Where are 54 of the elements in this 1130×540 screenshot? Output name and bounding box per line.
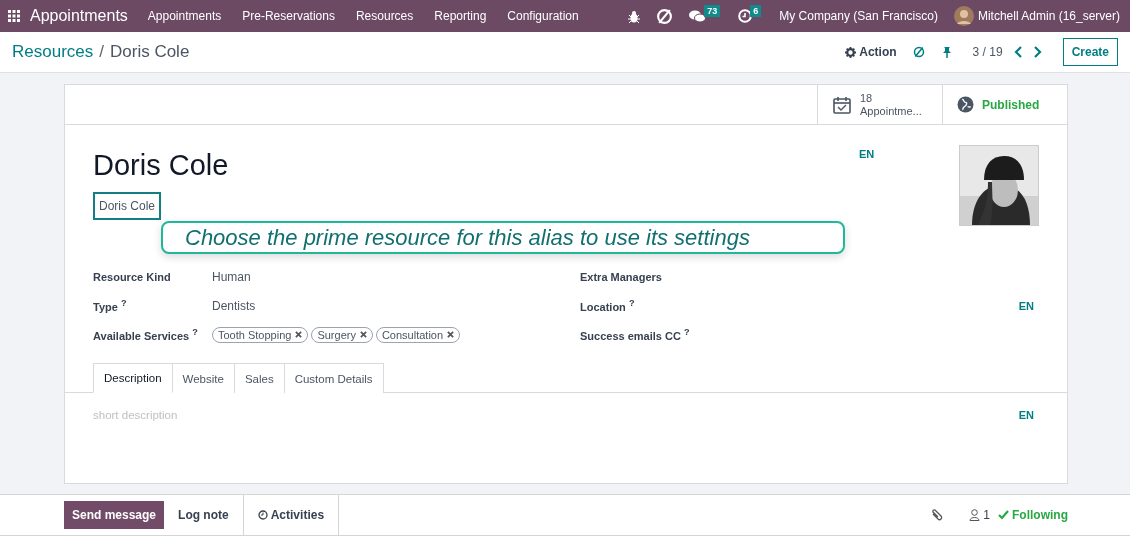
breadcrumb-link[interactable]: Resources bbox=[12, 42, 94, 62]
settings-icon bbox=[845, 46, 857, 58]
field-label: Available Services $^{?}$ bbox=[93, 327, 199, 342]
followers-button[interactable]: 1 bbox=[969, 508, 990, 522]
clock-icon bbox=[257, 510, 268, 520]
create-button[interactable]: Create bbox=[1062, 38, 1118, 66]
field-label: Location $^{?}$ bbox=[580, 298, 636, 313]
language-button[interactable]: EN bbox=[1018, 299, 1034, 312]
tab[interactable]: Sales bbox=[233, 363, 285, 393]
field-value[interactable]: Human bbox=[212, 269, 251, 284]
breadcrumb-current: Doris Cole bbox=[110, 42, 190, 62]
menu-item[interactable]: Appointments bbox=[147, 9, 222, 23]
bug-icon[interactable] bbox=[628, 9, 641, 23]
message-count: 73 bbox=[704, 5, 721, 17]
field-label: Success emails CC $^{?}$ bbox=[580, 327, 691, 342]
action-button[interactable]: Action bbox=[845, 45, 897, 59]
sync-icon[interactable] bbox=[912, 46, 925, 58]
user-menu[interactable]: Mitchell Admin (16_server) bbox=[977, 9, 1120, 23]
alias-field[interactable]: Doris Cole bbox=[93, 192, 161, 220]
breadcrumb-separator: / bbox=[99, 42, 104, 62]
record-title[interactable]: Doris Cole bbox=[93, 149, 859, 182]
tab[interactable]: Description bbox=[93, 363, 173, 393]
menu-item[interactable]: Pre-Reservations bbox=[242, 9, 335, 23]
app-name[interactable]: Appointments bbox=[30, 7, 128, 25]
previous-icon[interactable] bbox=[1012, 46, 1025, 58]
tooltip: Choose the prime resource for this alias to use its settings bbox=[161, 221, 845, 254]
user-avatar[interactable] bbox=[953, 6, 974, 26]
field-label: Resource Kind bbox=[93, 270, 172, 283]
activity-count: 6 bbox=[750, 5, 762, 17]
remove-icon[interactable] bbox=[447, 331, 455, 338]
clock-icon[interactable] bbox=[738, 9, 753, 23]
pager-value[interactable]: 3 / 19 bbox=[972, 45, 1003, 59]
remove-icon[interactable] bbox=[359, 331, 367, 338]
company-switcher[interactable]: My Company (San Francisco) bbox=[779, 9, 938, 23]
field-value[interactable]: Dentists bbox=[212, 298, 256, 313]
paperclip-icon[interactable] bbox=[929, 508, 944, 522]
log-note-button[interactable]: Log note bbox=[164, 508, 243, 522]
menu-item[interactable]: Reporting bbox=[434, 9, 487, 23]
chat-icon[interactable] bbox=[689, 9, 707, 23]
apps-menu-icon[interactable] bbox=[8, 10, 20, 22]
field-label: Type $^{?}$ bbox=[93, 298, 128, 313]
language-button[interactable]: EN bbox=[1018, 409, 1034, 421]
menu-item[interactable]: Configuration bbox=[507, 9, 579, 23]
person-icon bbox=[969, 509, 981, 521]
menu-item[interactable]: Resources bbox=[355, 9, 414, 23]
check-icon bbox=[998, 510, 1009, 520]
send-message-button[interactable]: Send message bbox=[64, 501, 165, 529]
tab[interactable]: Custom Details bbox=[283, 363, 384, 393]
remove-icon[interactable] bbox=[295, 331, 303, 338]
activities-button[interactable]: Activities bbox=[242, 495, 340, 535]
tab[interactable]: Website bbox=[171, 363, 235, 393]
language-button[interactable]: EN bbox=[859, 148, 875, 160]
calendar-icon bbox=[832, 94, 852, 115]
field-label: Extra Managers bbox=[580, 270, 663, 283]
